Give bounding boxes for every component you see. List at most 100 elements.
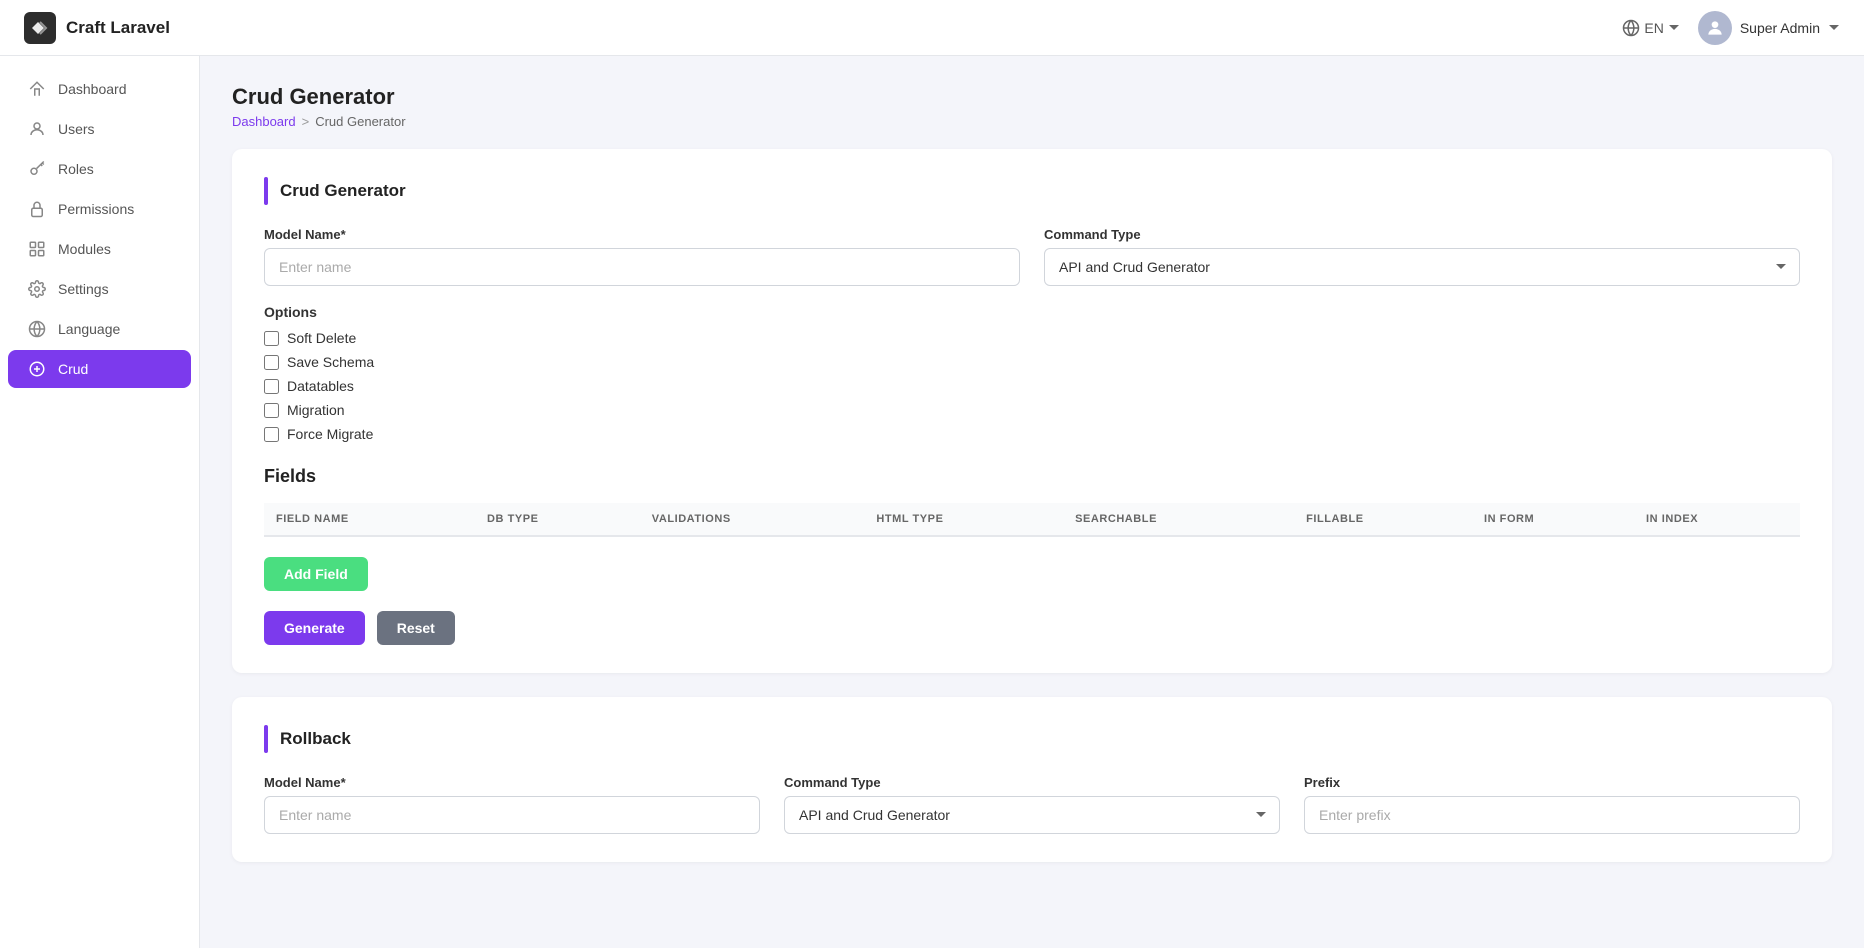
craft-icon xyxy=(24,12,56,44)
topnav-right: EN Super Admin xyxy=(1622,11,1840,45)
rollback-model-input[interactable] xyxy=(264,796,760,834)
user-menu-button[interactable]: Super Admin xyxy=(1698,11,1840,45)
user-icon xyxy=(28,120,46,138)
model-command-row: Model Name* Command Type API and Crud Ge… xyxy=(264,227,1800,286)
breadcrumb-home[interactable]: Dashboard xyxy=(232,114,296,129)
generate-button[interactable]: Generate xyxy=(264,611,365,645)
layout: Dashboard Users Roles Permissions Module… xyxy=(0,56,1864,948)
language-button[interactable]: EN xyxy=(1622,19,1679,37)
sidebar-item-crud[interactable]: Crud xyxy=(8,350,191,388)
fields-table: FIELD NAME DB TYPE VALIDATIONS HTML TYPE… xyxy=(264,503,1800,537)
model-name-input[interactable] xyxy=(264,248,1020,286)
checkbox-force-migrate[interactable] xyxy=(264,427,279,442)
sidebar-item-roles[interactable]: Roles xyxy=(8,150,191,188)
app-name: Craft Laravel xyxy=(66,18,170,38)
option-force-migrate[interactable]: Force Migrate xyxy=(264,426,1800,442)
sidebar-label-permissions: Permissions xyxy=(58,201,134,217)
fields-table-header-row: FIELD NAME DB TYPE VALIDATIONS HTML TYPE… xyxy=(264,503,1800,536)
sidebar-label-dashboard: Dashboard xyxy=(58,81,127,97)
col-in-form: IN FORM xyxy=(1472,503,1634,536)
col-field-name: FIELD NAME xyxy=(264,503,475,536)
add-field-button[interactable]: Add Field xyxy=(264,557,368,591)
main-content: Crud Generator Dashboard > Crud Generato… xyxy=(200,56,1864,948)
globe-icon xyxy=(28,320,46,338)
checkbox-datatables[interactable] xyxy=(264,379,279,394)
sidebar-label-crud: Crud xyxy=(58,361,88,377)
option-soft-delete[interactable]: Soft Delete xyxy=(264,330,1800,346)
user-name: Super Admin xyxy=(1740,20,1820,36)
sidebar-item-dashboard[interactable]: Dashboard xyxy=(8,70,191,108)
col-db-type: DB TYPE xyxy=(475,503,640,536)
rollback-card: Rollback Model Name* Command Type API an… xyxy=(232,697,1832,862)
rollback-prefix-input[interactable] xyxy=(1304,796,1800,834)
sidebar-label-language: Language xyxy=(58,321,120,337)
option-force-migrate-label: Force Migrate xyxy=(287,426,373,442)
action-buttons: Generate Reset xyxy=(264,611,1800,645)
sidebar-item-settings[interactable]: Settings xyxy=(8,270,191,308)
col-fillable: FILLABLE xyxy=(1294,503,1472,536)
rollback-command-group: Command Type API and Crud Generator xyxy=(784,775,1280,834)
sidebar-label-modules: Modules xyxy=(58,241,111,257)
reset-button[interactable]: Reset xyxy=(377,611,455,645)
model-name-group: Model Name* xyxy=(264,227,1020,286)
rollback-command-label: Command Type xyxy=(784,775,1280,790)
option-migration[interactable]: Migration xyxy=(264,402,1800,418)
options-label: Options xyxy=(264,304,1800,320)
crud-icon xyxy=(28,360,46,378)
rollback-form-row: Model Name* Command Type API and Crud Ge… xyxy=(264,775,1800,834)
add-field-container: Add Field xyxy=(264,557,1800,591)
rollback-card-title-bar: Rollback xyxy=(264,725,1800,753)
rollback-prefix-label: Prefix xyxy=(1304,775,1800,790)
page-header: Crud Generator Dashboard > Crud Generato… xyxy=(232,84,1832,129)
crud-generator-card: Crud Generator Model Name* Command Type … xyxy=(232,149,1832,673)
rollback-prefix-group: Prefix xyxy=(1304,775,1800,834)
sidebar: Dashboard Users Roles Permissions Module… xyxy=(0,56,200,948)
page-title: Crud Generator xyxy=(232,84,1832,110)
lang-label: EN xyxy=(1644,20,1663,36)
sidebar-item-users[interactable]: Users xyxy=(8,110,191,148)
card-title-bar: Crud Generator xyxy=(264,177,1800,205)
card-title: Crud Generator xyxy=(280,181,406,201)
chevron-down-icon xyxy=(1668,22,1680,34)
model-name-label: Model Name* xyxy=(264,227,1020,242)
rollback-command-select[interactable]: API and Crud Generator xyxy=(784,796,1280,834)
sidebar-item-modules[interactable]: Modules xyxy=(8,230,191,268)
option-soft-delete-label: Soft Delete xyxy=(287,330,356,346)
fields-title: Fields xyxy=(264,466,1800,487)
app-logo[interactable]: Craft Laravel xyxy=(24,12,170,44)
command-type-select[interactable]: API and Crud Generator Crud Generator AP… xyxy=(1044,248,1800,286)
rollback-card-accent xyxy=(264,725,268,753)
rollback-model-label: Model Name* xyxy=(264,775,760,790)
rollback-model-group: Model Name* xyxy=(264,775,760,834)
sidebar-label-roles: Roles xyxy=(58,161,94,177)
sidebar-label-users: Users xyxy=(58,121,95,137)
command-type-label: Command Type xyxy=(1044,227,1800,242)
checkbox-soft-delete[interactable] xyxy=(264,331,279,346)
sidebar-item-permissions[interactable]: Permissions xyxy=(8,190,191,228)
checkbox-group: Soft Delete Save Schema Datatables Migra… xyxy=(264,330,1800,442)
checkbox-save-schema[interactable] xyxy=(264,355,279,370)
option-datatables[interactable]: Datatables xyxy=(264,378,1800,394)
breadcrumb: Dashboard > Crud Generator xyxy=(232,114,1832,129)
option-save-schema-label: Save Schema xyxy=(287,354,374,370)
sidebar-label-settings: Settings xyxy=(58,281,109,297)
sidebar-item-language[interactable]: Language xyxy=(8,310,191,348)
globe-icon xyxy=(1622,19,1640,37)
command-type-group: Command Type API and Crud Generator Crud… xyxy=(1044,227,1800,286)
col-html-type: HTML TYPE xyxy=(864,503,1063,536)
option-save-schema[interactable]: Save Schema xyxy=(264,354,1800,370)
gear-icon xyxy=(28,280,46,298)
col-in-index: IN INDEX xyxy=(1634,503,1800,536)
fields-section: Fields FIELD NAME DB TYPE VALIDATIONS HT… xyxy=(264,466,1800,645)
checkbox-migration[interactable] xyxy=(264,403,279,418)
fields-table-head: FIELD NAME DB TYPE VALIDATIONS HTML TYPE… xyxy=(264,503,1800,536)
user-avatar-icon xyxy=(1705,18,1725,38)
breadcrumb-separator: > xyxy=(302,114,310,129)
user-avatar xyxy=(1698,11,1732,45)
col-validations: VALIDATIONS xyxy=(640,503,865,536)
option-migration-label: Migration xyxy=(287,402,345,418)
col-searchable: SEARCHABLE xyxy=(1063,503,1294,536)
home-icon xyxy=(28,80,46,98)
options-section: Options Soft Delete Save Schema Datatabl… xyxy=(264,304,1800,442)
modules-icon xyxy=(28,240,46,258)
